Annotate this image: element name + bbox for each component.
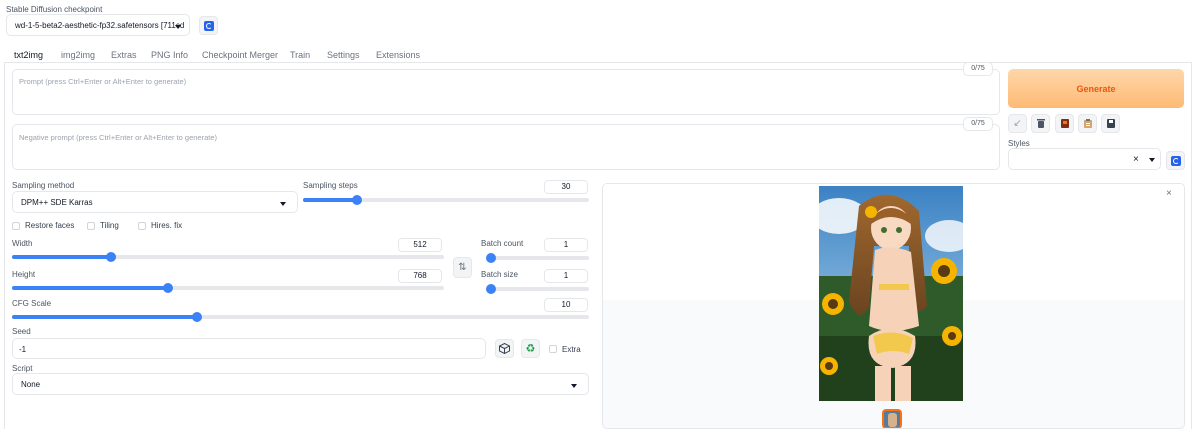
- thumbnail-figure: [888, 413, 897, 427]
- width-label: Width: [12, 239, 33, 248]
- chevron-down-icon: [571, 384, 577, 388]
- tiling-checkbox[interactable]: [87, 222, 95, 230]
- tab-settings[interactable]: Settings: [327, 50, 360, 60]
- slider-fill: [12, 286, 168, 290]
- tab-extensions[interactable]: Extensions: [376, 50, 420, 60]
- chevron-down-icon: [280, 202, 286, 206]
- checkpoint-dropdown[interactable]: wd-1-5-beta2-aesthetic-fp32.safetensors …: [6, 14, 190, 36]
- sampling-method-dropdown[interactable]: DPM++ SDE Karras: [12, 191, 298, 213]
- tab-checkpoint-merger[interactable]: Checkpoint Merger: [202, 50, 278, 60]
- random-seed-button[interactable]: [495, 339, 514, 358]
- restore-faces-label: Restore faces: [25, 221, 75, 230]
- chevron-down-icon: [1149, 158, 1155, 162]
- extra-seed-checkbox[interactable]: [549, 345, 557, 353]
- tiling-label: Tiling: [100, 221, 119, 230]
- clipboard-icon: [1083, 119, 1092, 128]
- slider-thumb[interactable]: [486, 284, 496, 294]
- recycle-icon: ♻: [525, 343, 536, 355]
- chevron-down-icon: [175, 25, 181, 29]
- seed-input[interactable]: -1: [12, 338, 486, 359]
- batch-size-slider[interactable]: [486, 284, 589, 294]
- paste-params-button[interactable]: ↙: [1008, 114, 1027, 133]
- negative-prompt-input[interactable]: Negative prompt (press Ctrl+Enter or Alt…: [12, 124, 1000, 170]
- refresh-icon: [203, 20, 214, 31]
- reuse-seed-button[interactable]: ♻: [521, 339, 540, 358]
- batch-size-input[interactable]: 1: [544, 269, 588, 283]
- prompt-input[interactable]: Prompt (press Ctrl+Enter or Alt+Enter to…: [12, 69, 1000, 115]
- batch-count-slider[interactable]: [486, 253, 589, 263]
- sampling-method-value: DPM++ SDE Karras: [21, 198, 93, 207]
- script-label: Script: [12, 364, 33, 373]
- swap-icon: ⇅: [458, 262, 467, 273]
- prompt-placeholder: Prompt (press Ctrl+Enter or Alt+Enter to…: [19, 77, 187, 86]
- negative-prompt-token-counter: 0/75: [963, 117, 993, 131]
- generated-image[interactable]: [819, 186, 963, 401]
- hires-fix-label: Hires. fix: [151, 221, 183, 230]
- checkpoint-label: Stable Diffusion checkpoint: [6, 5, 103, 14]
- save-style-button[interactable]: [1101, 114, 1120, 133]
- slider-thumb[interactable]: [191, 312, 202, 322]
- refresh-icon: [1170, 155, 1181, 166]
- negative-prompt-placeholder: Negative prompt (press Ctrl+Enter or Alt…: [19, 133, 218, 142]
- cfg-scale-input[interactable]: 10: [544, 298, 588, 312]
- gallery-thumbnail[interactable]: [882, 409, 902, 428]
- hires-fix-checkbox[interactable]: [138, 222, 146, 230]
- tab-png-info[interactable]: PNG Info: [151, 50, 188, 60]
- slider-fill: [303, 198, 358, 202]
- card-icon: [1060, 119, 1069, 128]
- sampling-steps-label: Sampling steps: [303, 181, 358, 190]
- anime-girl-sunflowers-image: [819, 186, 963, 401]
- cfg-scale-label: CFG Scale: [12, 299, 52, 308]
- refresh-styles-button[interactable]: [1166, 151, 1185, 170]
- apply-style-button[interactable]: [1078, 114, 1097, 133]
- checkpoint-value: wd-1-5-beta2-aesthetic-fp32.safetensors …: [15, 21, 185, 30]
- sampling-method-label: Sampling method: [12, 181, 75, 190]
- slider-thumb[interactable]: [486, 253, 496, 263]
- cfg-scale-slider[interactable]: [12, 312, 589, 322]
- tab-txt2img[interactable]: txt2img: [14, 50, 43, 60]
- seed-label: Seed: [12, 327, 31, 336]
- styles-label: Styles: [1008, 139, 1030, 148]
- batch-size-label: Batch size: [481, 270, 518, 279]
- script-value: None: [21, 380, 41, 389]
- arrow-icon: ↙: [1013, 118, 1022, 129]
- tab-train[interactable]: Train: [290, 50, 310, 60]
- swap-dimensions-button[interactable]: ⇅: [453, 257, 472, 278]
- slider-fill: [12, 255, 112, 259]
- save-icon: [1106, 119, 1115, 128]
- tab-img2img[interactable]: img2img: [61, 50, 95, 60]
- seed-value: -1: [19, 345, 27, 354]
- height-input[interactable]: 768: [398, 269, 442, 283]
- styles-dropdown[interactable]: ×: [1008, 148, 1161, 170]
- height-label: Height: [12, 270, 36, 279]
- refresh-checkpoint-button[interactable]: [199, 16, 218, 35]
- width-input[interactable]: 512: [398, 238, 442, 252]
- sampling-steps-slider[interactable]: [303, 195, 589, 205]
- tab-extras[interactable]: Extras: [111, 50, 137, 60]
- sampling-steps-input[interactable]: 30: [544, 180, 588, 194]
- slider-fill: [12, 315, 197, 319]
- dice-icon: [499, 343, 510, 354]
- script-dropdown[interactable]: None: [12, 373, 589, 395]
- width-slider[interactable]: [12, 252, 444, 262]
- batch-count-label: Batch count: [481, 239, 524, 248]
- restore-faces-checkbox[interactable]: [12, 222, 20, 230]
- height-slider[interactable]: [12, 283, 444, 293]
- prompt-token-counter: 0/75: [963, 62, 993, 76]
- slider-thumb[interactable]: [162, 283, 173, 293]
- output-gallery: [602, 183, 1185, 429]
- close-gallery-icon[interactable]: ×: [1166, 188, 1172, 199]
- extra-seed-label: Extra: [562, 345, 581, 354]
- generate-button[interactable]: Generate: [1008, 69, 1184, 108]
- show-extra-networks-button[interactable]: [1055, 114, 1074, 133]
- clear-prompt-button[interactable]: [1031, 114, 1050, 133]
- trash-icon: [1036, 119, 1045, 128]
- batch-count-input[interactable]: 1: [544, 238, 588, 252]
- clear-styles-icon[interactable]: ×: [1133, 154, 1139, 165]
